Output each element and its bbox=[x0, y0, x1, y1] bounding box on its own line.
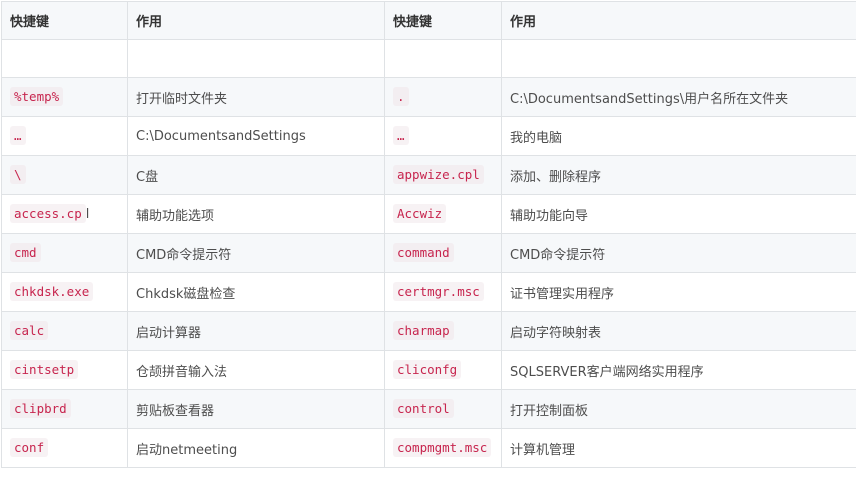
shortcut-cell: … bbox=[384, 116, 502, 156]
table-row: %temp% 打开临时文件夹 . C:\DocumentsandSettings… bbox=[1, 77, 856, 117]
function-cell: 打开控制面板 bbox=[501, 389, 856, 429]
function-cell: 计算机管理 bbox=[501, 428, 856, 468]
shortcut-cell: cliconfg bbox=[384, 350, 502, 390]
function-cell: C:\DocumentsandSettings\用户名所在文件夹 bbox=[501, 77, 856, 117]
table-header: 快捷键 作用 快捷键 作用 bbox=[1, 1, 856, 40]
shortcut-cell: \ bbox=[1, 155, 128, 195]
table-row: cmd CMD命令提示符 command CMD命令提示符 bbox=[1, 233, 856, 273]
shortcut-code: access.cp bbox=[10, 204, 86, 223]
function-cell: 打开临时文件夹 bbox=[127, 77, 385, 117]
shortcut-code: command bbox=[393, 243, 454, 262]
shortcut-table: 快捷键 作用 快捷键 作用 %temp% 打开临时文件夹 . C:\Docume… bbox=[1, 1, 856, 468]
function-cell: 证书管理实用程序 bbox=[501, 272, 856, 312]
shortcut-code: … bbox=[10, 126, 26, 145]
shortcut-code: … bbox=[393, 126, 409, 145]
function-cell: Chkdsk磁盘检查 bbox=[127, 272, 385, 312]
shortcut-cell: cmd bbox=[1, 233, 128, 273]
shortcut-code: cliconfg bbox=[393, 360, 462, 379]
table-row-empty bbox=[1, 39, 856, 78]
shortcut-cell: Accwiz bbox=[384, 194, 502, 234]
shortcut-code: conf bbox=[10, 438, 49, 457]
function-cell: 启动字符映射表 bbox=[501, 311, 856, 351]
shortcut-cell: conf bbox=[1, 428, 128, 468]
function-cell: CMD命令提示符 bbox=[501, 233, 856, 273]
shortcut-code: Accwiz bbox=[393, 204, 447, 223]
header-function-2: 作用 bbox=[501, 1, 856, 40]
shortcut-cell: charmap bbox=[384, 311, 502, 351]
shortcut-code: appwize.cpl bbox=[393, 165, 484, 184]
function-cell: 添加、删除程序 bbox=[501, 155, 856, 195]
function-cell: 仓颉拼音输入法 bbox=[127, 350, 385, 390]
shortcut-code: cmd bbox=[10, 243, 41, 262]
empty-cell bbox=[501, 39, 856, 78]
shortcut-cell: … bbox=[1, 116, 128, 156]
header-row: 快捷键 作用 快捷键 作用 bbox=[1, 1, 856, 40]
shortcut-cell: %temp% bbox=[1, 77, 128, 117]
empty-cell bbox=[127, 39, 385, 78]
table-row: clipbrd 剪贴板查看器 control 打开控制面板 bbox=[1, 389, 856, 429]
shortcut-cell: chkdsk.exe bbox=[1, 272, 128, 312]
table-row: chkdsk.exe Chkdsk磁盘检查 certmgr.msc 证书管理实用… bbox=[1, 272, 856, 312]
shortcut-code: clipbrd bbox=[10, 399, 71, 418]
table-row: … C:\DocumentsandSettings … 我的电脑 bbox=[1, 116, 856, 156]
shortcut-cell: control bbox=[384, 389, 502, 429]
function-cell: 启动netmeeting bbox=[127, 428, 385, 468]
empty-cell bbox=[1, 39, 128, 78]
shortcut-code: charmap bbox=[393, 321, 454, 340]
table-row: conf 启动netmeeting compmgmt.msc 计算机管理 bbox=[1, 428, 856, 468]
shortcut-code: %temp% bbox=[10, 87, 64, 106]
shortcut-code-tail: l bbox=[85, 207, 90, 222]
header-shortcut-2: 快捷键 bbox=[384, 1, 502, 40]
function-cell: C盘 bbox=[127, 155, 385, 195]
function-cell: 剪贴板查看器 bbox=[127, 389, 385, 429]
function-cell: C:\DocumentsandSettings bbox=[127, 116, 385, 156]
shortcut-cell: . bbox=[384, 77, 502, 117]
shortcut-code: cintsetp bbox=[10, 360, 79, 379]
function-cell: 辅助功能选项 bbox=[127, 194, 385, 234]
table-row: access.cp l 辅助功能选项 Accwiz 辅助功能向导 bbox=[1, 194, 856, 234]
shortcut-cell: calc bbox=[1, 311, 128, 351]
header-shortcut-1: 快捷键 bbox=[1, 1, 128, 40]
header-function-1: 作用 bbox=[127, 1, 385, 40]
shortcut-code: control bbox=[393, 399, 454, 418]
shortcut-cell: command bbox=[384, 233, 502, 273]
table-row: \ C盘 appwize.cpl 添加、删除程序 bbox=[1, 155, 856, 195]
empty-cell bbox=[384, 39, 502, 78]
function-cell: SQLSERVER客户端网络实用程序 bbox=[501, 350, 856, 390]
shortcut-code: \ bbox=[10, 165, 26, 184]
shortcut-code: calc bbox=[10, 321, 49, 340]
shortcut-code: certmgr.msc bbox=[393, 282, 484, 301]
shortcut-cell: clipbrd bbox=[1, 389, 128, 429]
function-cell: 启动计算器 bbox=[127, 311, 385, 351]
shortcut-cell: certmgr.msc bbox=[384, 272, 502, 312]
table-row: cintsetp 仓颉拼音输入法 cliconfg SQLSERVER客户端网络… bbox=[1, 350, 856, 390]
shortcut-code: chkdsk.exe bbox=[10, 282, 94, 301]
shortcut-cell: compmgmt.msc bbox=[384, 428, 502, 468]
table-row: calc 启动计算器 charmap 启动字符映射表 bbox=[1, 311, 856, 351]
shortcut-code: compmgmt.msc bbox=[393, 438, 492, 457]
shortcut-code: . bbox=[393, 87, 409, 106]
function-cell: 辅助功能向导 bbox=[501, 194, 856, 234]
function-cell: CMD命令提示符 bbox=[127, 233, 385, 273]
function-cell: 我的电脑 bbox=[501, 116, 856, 156]
table-body: %temp% 打开临时文件夹 . C:\DocumentsandSettings… bbox=[1, 39, 856, 468]
shortcut-cell: cintsetp bbox=[1, 350, 128, 390]
shortcut-table-container: 快捷键 作用 快捷键 作用 %temp% 打开临时文件夹 . C:\Docume… bbox=[0, 0, 856, 481]
shortcut-cell: access.cp l bbox=[1, 194, 128, 234]
shortcut-cell: appwize.cpl bbox=[384, 155, 502, 195]
